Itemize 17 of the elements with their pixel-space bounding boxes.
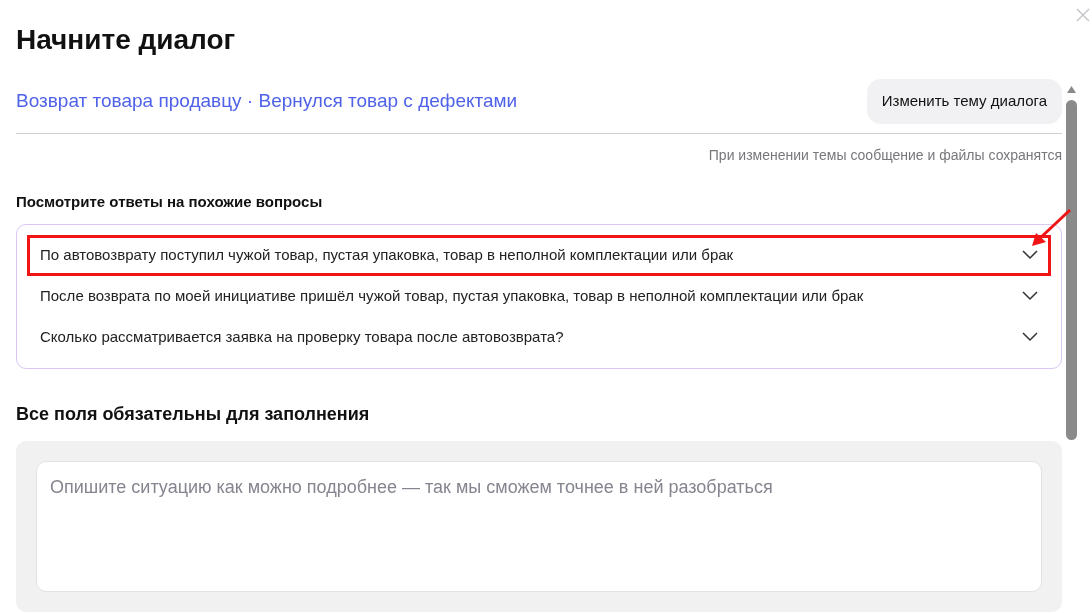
description-field[interactable]: Опишите ситуацию как можно подробнее — так мы сможем точнее в ней разобраться xyxy=(36,460,1042,592)
topic-change-note: При изменении темы сообщение и файлы сохранятся xyxy=(708,146,1062,165)
dialog-title: Начните диалог xyxy=(16,23,237,57)
faq-item[interactable]: Сколько рассматривается заявка на проверку товара после автовозврата? xyxy=(27,316,1051,358)
close-icon[interactable] xyxy=(1076,8,1090,22)
faq-item[interactable]: После возврата по моей инициативе пришёл чужой товар, пустая упаковка, товар в неполной комплектации или брак xyxy=(27,275,1051,317)
form-heading: Все поля обязательны для заполнения xyxy=(16,402,371,426)
scrollbar-thumb[interactable] xyxy=(1066,100,1077,440)
highlighted-faq-item[interactable]: По автовозврату поступил чужой товар, пустая упаковка, товар в неполной комплектации или брак xyxy=(27,234,1051,276)
change-topic-button[interactable]: Изменить тему диалога xyxy=(866,79,1062,124)
scroll-up-icon[interactable] xyxy=(1066,84,1077,94)
topic-link[interactable]: Возврат товара продавцу · Вернулся товар с дефектами xyxy=(16,87,518,116)
annotation-arrow xyxy=(1030,208,1072,248)
chevron-down-icon xyxy=(1022,332,1038,342)
chevron-down-icon xyxy=(1022,291,1038,301)
faq-heading: Посмотрите ответы на похожие вопросы xyxy=(16,192,324,212)
chevron-down-icon xyxy=(1022,250,1038,260)
